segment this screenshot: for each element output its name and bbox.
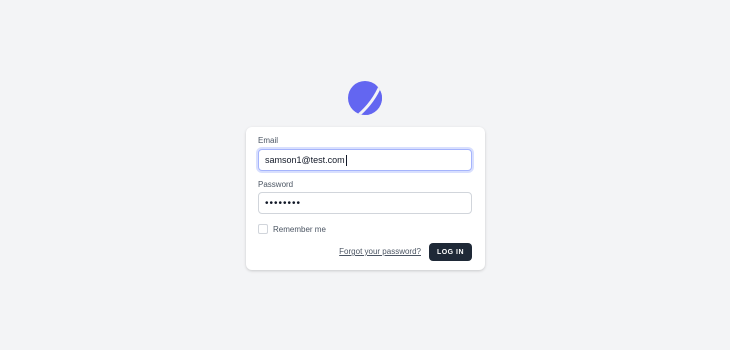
login-button[interactable]: LOG IN — [429, 243, 472, 261]
password-label: Password — [258, 180, 294, 189]
login-card: Email samson1@test.com Password ••••••••… — [246, 127, 485, 270]
email-value: samson1@test.com — [265, 155, 345, 165]
logo-moon-icon — [348, 81, 382, 115]
password-value: •••••••• — [265, 197, 302, 209]
password-field[interactable]: •••••••• — [258, 192, 472, 214]
email-field[interactable]: samson1@test.com — [258, 149, 472, 171]
text-caret — [345, 154, 347, 166]
remember-label: Remember me — [273, 224, 326, 234]
remember-me[interactable]: Remember me — [258, 224, 326, 234]
remember-checkbox[interactable] — [258, 224, 268, 234]
forgot-password-link[interactable]: Forgot your password? — [339, 247, 421, 257]
email-label: Email — [258, 136, 279, 145]
